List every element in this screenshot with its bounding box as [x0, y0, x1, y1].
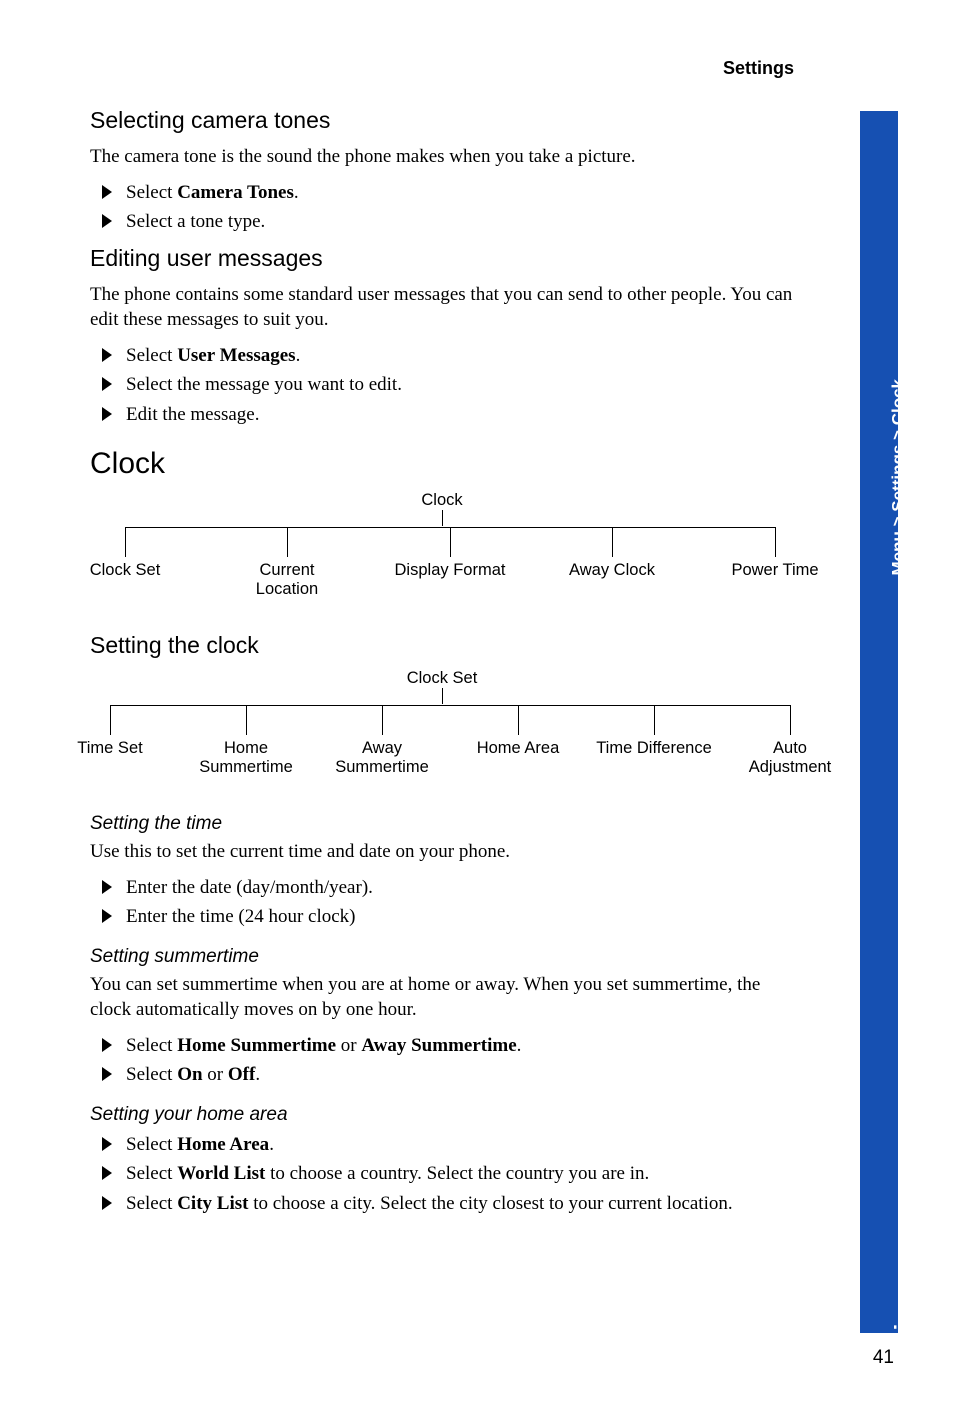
page-header: Settings — [90, 58, 794, 79]
step-area-1: Select Home Area. — [108, 1130, 794, 1159]
step-area-2: Select World List to choose a country. S… — [108, 1159, 794, 1188]
sidebar: Menu > Settings > Clock Settings — [860, 111, 898, 1333]
step-summer-1: Select Home Summertime or Away Summertim… — [108, 1031, 794, 1060]
diagram-node: Power Time — [715, 561, 835, 580]
page-content: Settings Selecting camera tones The came… — [90, 58, 794, 1226]
diagram-root: Clock Set — [382, 669, 502, 688]
diagram-node: Auto Adjustment — [730, 739, 850, 777]
step-usermsg-1: Select User Messages. — [108, 341, 794, 370]
step-camera-1: Select Camera Tones. — [108, 178, 794, 207]
diagram-node: Away Summertime — [322, 739, 442, 777]
text-usermsg-intro: The phone contains some standard user me… — [90, 282, 794, 333]
diagram-node: Time Difference — [594, 739, 714, 758]
heading-setting-clock: Setting the clock — [90, 632, 794, 659]
heading-camera-tones: Selecting camera tones — [90, 107, 794, 134]
heading-user-messages: Editing user messages — [90, 245, 794, 272]
diagram-node: Home Area — [458, 739, 578, 758]
subheading-home-area: Setting your home area — [90, 1104, 794, 1126]
text-time-intro: Use this to set the current time and dat… — [90, 839, 794, 865]
diagram-clock: Clock Clock Set Current Location Display… — [90, 491, 794, 626]
step-area-3: Select City List to choose a city. Selec… — [108, 1189, 794, 1218]
step-camera-2: Select a tone type. — [108, 207, 794, 236]
breadcrumb-label: Menu > Settings > Clock — [888, 379, 908, 576]
diagram-node: Display Format — [390, 561, 510, 580]
step-usermsg-2: Select the message you want to edit. — [108, 370, 794, 399]
step-usermsg-3: Edit the message. — [108, 400, 794, 429]
diagram-node: Home Summertime — [186, 739, 306, 777]
text-camera-intro: The camera tone is the sound the phone m… — [90, 144, 794, 170]
diagram-node: Clock Set — [65, 561, 185, 580]
subheading-summertime: Setting summertime — [90, 946, 794, 968]
text-summer-intro: You can set summertime when you are at h… — [90, 972, 794, 1023]
step-time-1: Enter the date (day/month/year). — [108, 873, 794, 902]
diagram-node: Current Location — [227, 561, 347, 599]
heading-clock: Clock — [90, 447, 794, 481]
section-label: Settings — [891, 1281, 919, 1376]
subheading-time: Setting the time — [90, 813, 794, 835]
diagram-node: Time Set — [50, 739, 170, 758]
diagram-clock-set: Clock Set Time Set Home Summertime Away … — [90, 669, 794, 799]
step-time-2: Enter the time (24 hour clock) — [108, 902, 794, 931]
step-summer-2: Select On or Off. — [108, 1060, 794, 1089]
page-number: 41 — [873, 1347, 894, 1369]
diagram-node: Away Clock — [552, 561, 672, 580]
diagram-root: Clock — [402, 491, 482, 510]
